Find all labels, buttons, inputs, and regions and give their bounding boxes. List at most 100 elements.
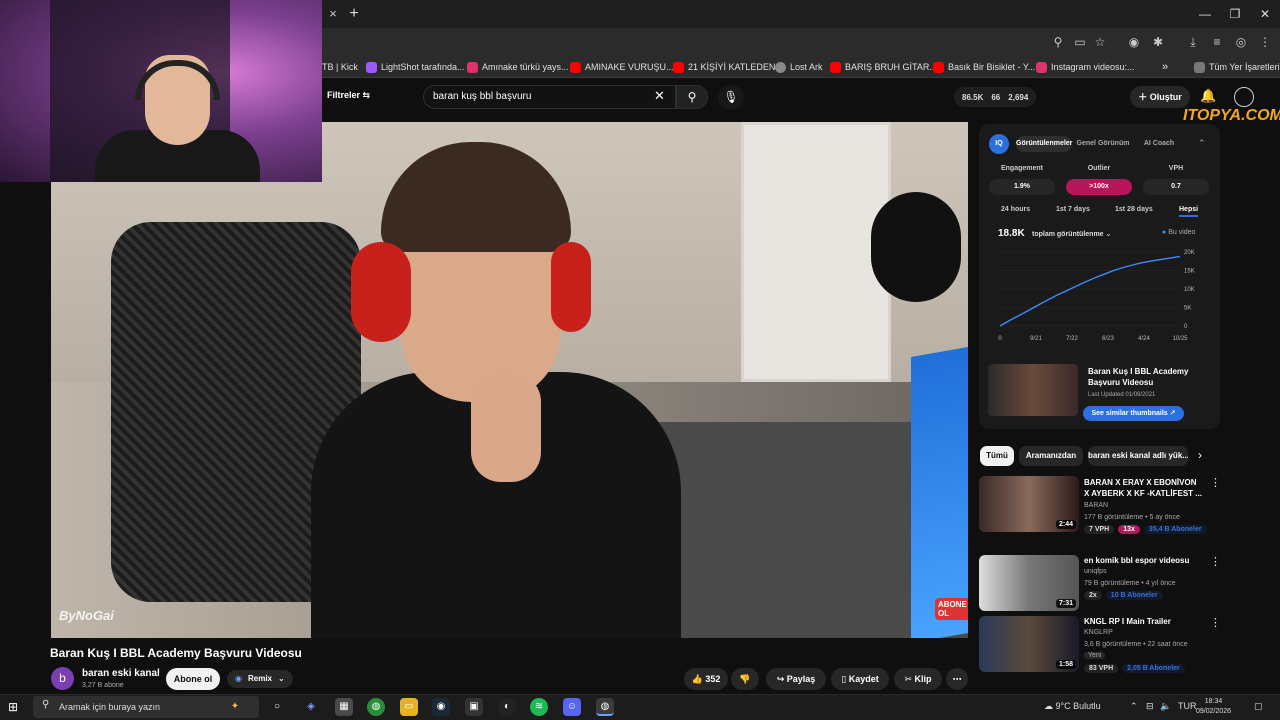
channel-avatar[interactable]: b bbox=[51, 667, 74, 690]
related-channel[interactable]: KNGLRP bbox=[1084, 629, 1113, 636]
bookmarks-more-button[interactable]: » bbox=[1162, 59, 1168, 75]
range-7d[interactable]: 1st 7 days bbox=[1056, 206, 1090, 213]
tab-overview[interactable]: Genel Görünüm bbox=[1074, 136, 1132, 152]
chrome-active-icon[interactable]: ◍ bbox=[596, 698, 614, 716]
bookmark-star-icon[interactable]: ☆ bbox=[1090, 32, 1110, 52]
similar-thumbnails-button[interactable]: See similar thumbnails ↗ bbox=[1083, 406, 1184, 421]
chip-channel[interactable]: baran eski kanal adlı yük... bbox=[1088, 446, 1188, 466]
download-icon[interactable]: ⤓ bbox=[1183, 32, 1203, 52]
chip-all[interactable]: Tümü bbox=[980, 446, 1014, 466]
related-thumbnail[interactable]: 1:58 bbox=[979, 616, 1079, 672]
lightshot-icon bbox=[366, 61, 377, 73]
bookmark-item[interactable]: 21 KİŞİYİ KATLEDEN... bbox=[673, 59, 783, 75]
network-icon[interactable]: ⊟ bbox=[1146, 701, 1154, 712]
reading-list-icon[interactable]: ≡ bbox=[1207, 32, 1227, 52]
maximize-button[interactable]: ❐ bbox=[1220, 4, 1250, 24]
related-channel[interactable]: BARAN bbox=[1084, 502, 1108, 509]
share-button[interactable]: ↪ Paylaş bbox=[766, 668, 826, 690]
tab-ai-coach[interactable]: AI Coach bbox=[1136, 136, 1182, 152]
related-title[interactable]: BARAN X ERAY X EBONİVON X AYBERK X KF -K… bbox=[1084, 477, 1204, 499]
profile-icon[interactable]: ◎ bbox=[1231, 32, 1251, 52]
notifications-icon[interactable]: ▢ bbox=[1254, 701, 1263, 712]
chrome-icon[interactable]: ◍ bbox=[367, 698, 385, 716]
minimize-button[interactable]: — bbox=[1190, 4, 1220, 24]
youtube-icon bbox=[570, 61, 581, 73]
calculator-icon[interactable]: ▦ bbox=[335, 698, 353, 716]
more-actions-button[interactable]: ⋯ bbox=[946, 668, 968, 690]
video-player[interactable]: ByNoGai ABONE OL bbox=[51, 122, 968, 638]
cast-icon[interactable]: ▭ bbox=[1070, 32, 1090, 52]
zoom-icon[interactable]: ⚲ bbox=[1048, 32, 1068, 52]
remix-button[interactable]: ◉ Remix ⌄ bbox=[227, 670, 293, 688]
video-overlay-subscribe-badge: ABONE OL bbox=[935, 598, 968, 620]
spotify-icon[interactable]: ≋ bbox=[530, 698, 548, 716]
save-button[interactable]: ▯ Kaydet bbox=[831, 668, 889, 690]
filters-button[interactable]: Filtreler ⇆ bbox=[327, 90, 370, 101]
clip-button[interactable]: ✂ Klip bbox=[894, 668, 942, 690]
dislike-button[interactable]: 👎 bbox=[731, 668, 759, 690]
more-options-icon[interactable]: ⋮ bbox=[1210, 555, 1221, 568]
discord-icon[interactable]: ☺ bbox=[563, 698, 581, 716]
like-button[interactable]: 👍 352 bbox=[684, 668, 728, 690]
y-tick-label: 10K bbox=[1184, 287, 1195, 293]
taskbar-clock[interactable]: 18:34 09/02/2026 bbox=[1196, 697, 1231, 717]
subscribe-button[interactable]: Abone ol bbox=[166, 668, 220, 690]
video-duration: 7:31 bbox=[1055, 599, 1076, 608]
extensions-icon[interactable]: ✱ bbox=[1148, 32, 1168, 52]
range-all[interactable]: Hepsi bbox=[1179, 206, 1199, 217]
bookmark-item[interactable]: Basık Bir Bisiklet - Y... bbox=[933, 59, 1035, 75]
bookmark-item[interactable]: Instagram videosu:... bbox=[1036, 59, 1135, 75]
copilot-icon[interactable]: ◈ bbox=[302, 698, 320, 716]
clear-search-icon[interactable]: ✕ bbox=[654, 88, 665, 104]
search-button[interactable]: ⚲ bbox=[676, 85, 708, 109]
x-tick-label: 4/24 bbox=[1138, 336, 1150, 342]
related-title[interactable]: en komik bbl espor videosu bbox=[1084, 555, 1204, 566]
volume-icon[interactable]: 🔈 bbox=[1160, 701, 1171, 712]
app-icon[interactable]: ▣ bbox=[465, 698, 483, 716]
more-options-icon[interactable]: ⋮ bbox=[1210, 616, 1221, 629]
obs-icon[interactable]: ◐ bbox=[498, 698, 516, 716]
windows-start-icon[interactable]: ⊞ bbox=[8, 700, 18, 714]
related-thumbnail[interactable]: 7:31 bbox=[979, 555, 1079, 611]
bookmark-item[interactable]: LightShot tarafında... bbox=[366, 59, 465, 75]
collapse-icon[interactable]: ⌃ bbox=[1198, 138, 1206, 149]
keyboard-language[interactable]: TUR bbox=[1178, 701, 1197, 711]
file-explorer-icon[interactable]: ▭ bbox=[400, 698, 418, 716]
views-dropdown[interactable]: toplam görüntülenme ⌄ bbox=[1032, 230, 1111, 238]
account-avatar[interactable] bbox=[1234, 87, 1254, 107]
all-bookmarks-button[interactable]: Tüm Yer İşaretleri bbox=[1194, 59, 1280, 75]
task-view-icon[interactable]: ○ bbox=[268, 698, 286, 716]
search-highlight-icon[interactable]: ✦ bbox=[226, 698, 244, 716]
weather-widget[interactable]: ☁ 9°C Bulutlu bbox=[1044, 701, 1101, 712]
new-badge: Yeni bbox=[1084, 652, 1106, 659]
channel-stats-badge[interactable]: 86.5K 66 2,694 bbox=[954, 87, 1037, 107]
search-input[interactable]: baran kuş bbl başvuru bbox=[423, 85, 676, 109]
new-tab-button[interactable]: + bbox=[344, 4, 364, 24]
bookmark-item[interactable]: BARIŞ BRUH GİTAR... bbox=[830, 59, 937, 75]
create-button[interactable]: ＋ Oluştur bbox=[1130, 86, 1190, 108]
tray-chevron-icon[interactable]: ⌃ bbox=[1130, 701, 1138, 712]
steam-icon[interactable]: ◉ bbox=[432, 698, 450, 716]
range-24h[interactable]: 24 hours bbox=[1001, 206, 1030, 213]
related-title[interactable]: KNGL RP I Main Trailer bbox=[1084, 616, 1204, 627]
analytics-thumbnail[interactable] bbox=[988, 364, 1078, 416]
chevron-right-icon[interactable]: › bbox=[1198, 448, 1202, 462]
tab-views[interactable]: Görüntülenmeler bbox=[1016, 136, 1072, 152]
chip-from-search[interactable]: Aramanızdan bbox=[1019, 446, 1083, 466]
bookmark-item[interactable]: Amınake türkü yays... bbox=[467, 59, 569, 75]
more-options-icon[interactable]: ⋮ bbox=[1210, 476, 1221, 489]
bookmark-item[interactable]: Lost Ark bbox=[775, 59, 823, 75]
bookmark-item[interactable]: AMINAKE VURUŞU... bbox=[570, 59, 674, 75]
related-thumbnail[interactable]: 2:44 bbox=[979, 476, 1079, 532]
menu-icon[interactable]: ⋮ bbox=[1255, 32, 1275, 52]
related-channel[interactable]: uniqfps bbox=[1084, 568, 1107, 575]
profile-extension-icon[interactable]: ◉ bbox=[1124, 32, 1144, 52]
range-28d[interactable]: 1st 28 days bbox=[1115, 206, 1153, 213]
voice-search-button[interactable]: 🎙 bbox=[718, 85, 744, 109]
related-tags: 7 VPH 13x 35,4 B Aboneler bbox=[1084, 525, 1207, 534]
close-window-button[interactable]: ✕ bbox=[1250, 4, 1280, 24]
notifications-bell-icon[interactable]: 🔔 bbox=[1200, 88, 1216, 104]
bookmark-item[interactable]: TB | Kick bbox=[322, 59, 358, 75]
tab-close-icon[interactable]: × bbox=[323, 4, 343, 24]
channel-name[interactable]: baran eski kanal bbox=[82, 668, 160, 679]
